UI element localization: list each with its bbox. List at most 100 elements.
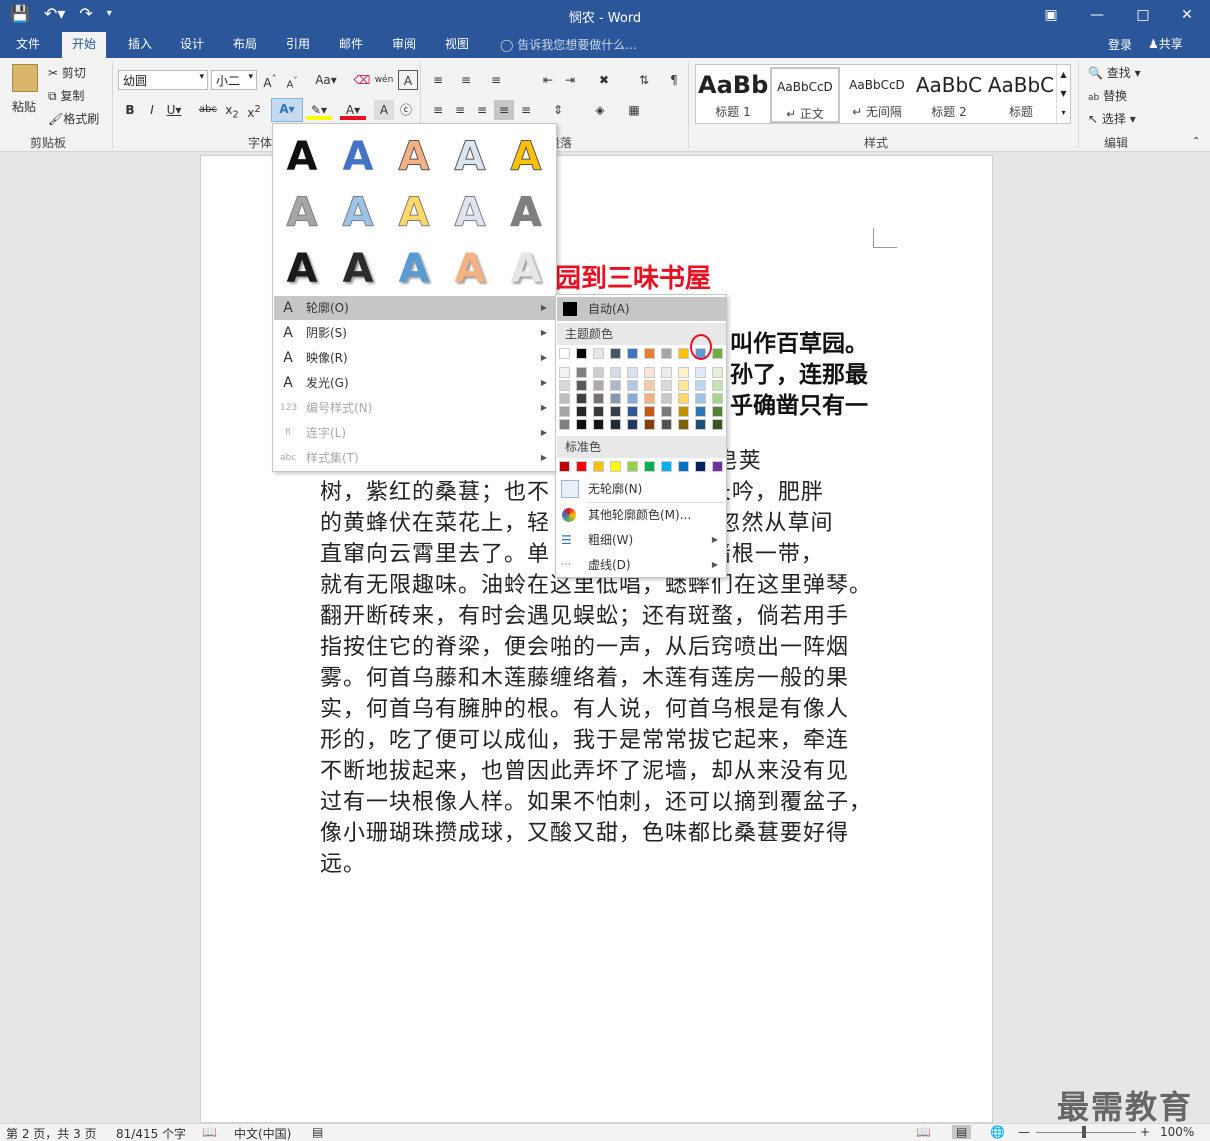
theme-shade-swatch[interactable] (644, 406, 655, 417)
text-effect-swatch[interactable]: A (389, 132, 439, 182)
text-effect-swatch[interactable]: A (277, 132, 327, 182)
theme-shade-swatch[interactable] (576, 367, 587, 378)
text-effect-swatch[interactable]: A (445, 188, 495, 238)
text-effect-swatch[interactable]: A (333, 244, 383, 294)
theme-shade-swatch[interactable] (678, 406, 689, 417)
theme-color-swatch[interactable] (644, 348, 655, 359)
theme-shade-swatch[interactable] (610, 419, 621, 430)
theme-shade-swatch[interactable] (678, 367, 689, 378)
page-indicator[interactable]: 第 2 页，共 3 页 (6, 1125, 97, 1141)
increase-indent-icon[interactable]: ⇥ (560, 70, 580, 90)
no-outline-item[interactable]: 无轮廓(N) (557, 477, 726, 501)
bold-icon[interactable]: B (120, 100, 140, 120)
maximize-button[interactable]: □ (1120, 3, 1166, 27)
superscript-icon[interactable]: x2 (244, 100, 264, 120)
theme-shade-swatch[interactable] (644, 380, 655, 391)
tell-me-box[interactable]: ◯ 告诉我您想要做什么... (500, 36, 637, 53)
styles-scroll[interactable]: ▲ ▼ ▾ (1056, 65, 1070, 123)
theme-shade-swatch[interactable] (610, 380, 621, 391)
text-effect-swatch[interactable]: A (445, 132, 495, 182)
theme-shade-swatch[interactable] (593, 367, 604, 378)
theme-shade-swatch[interactable] (712, 393, 723, 404)
style-normal[interactable]: AaBbCcD ↵ 正文 (770, 67, 840, 123)
weight-item[interactable]: ☰ 粗细(W) ▶ (557, 528, 726, 552)
strikethrough-icon[interactable]: abc (198, 100, 218, 120)
theme-shade-swatch[interactable] (627, 393, 638, 404)
text-effect-swatch[interactable]: A (501, 244, 551, 294)
standard-color-swatch[interactable] (644, 461, 655, 472)
collapse-ribbon-icon[interactable]: ⌃ (1192, 136, 1200, 147)
theme-color-swatch[interactable] (593, 348, 604, 359)
standard-color-swatch[interactable] (678, 461, 689, 472)
word-count[interactable]: 81/415 个字 (116, 1125, 186, 1141)
macro-icon[interactable]: ▤ (312, 1125, 323, 1139)
theme-shade-swatch[interactable] (559, 393, 570, 404)
theme-shade-swatch[interactable] (661, 406, 672, 417)
tab-review[interactable]: 审阅 (382, 32, 426, 58)
text-effect-swatch[interactable]: A (445, 244, 495, 294)
standard-color-swatch[interactable] (627, 461, 638, 472)
tab-insert[interactable]: 插入 (118, 32, 162, 58)
sort-icon[interactable]: ⇅ (634, 70, 654, 90)
theme-color-swatch[interactable] (559, 348, 570, 359)
theme-color-swatch[interactable] (712, 348, 723, 359)
theme-shade-swatch[interactable] (661, 419, 672, 430)
enclose-character-icon[interactable]: ⓒ (396, 100, 416, 120)
text-effects-menu-item[interactable]: A 映像(R) ▶ (274, 346, 555, 370)
theme-shade-swatch[interactable] (610, 406, 621, 417)
decrease-indent-icon[interactable]: ⇤ (538, 70, 558, 90)
auto-color-item[interactable]: 自动(A) (557, 297, 726, 321)
theme-shade-swatch[interactable] (610, 393, 621, 404)
style-heading1[interactable]: AaBb 标题 1 (698, 67, 768, 123)
theme-shade-swatch[interactable] (678, 380, 689, 391)
character-border-icon[interactable]: A (398, 70, 418, 90)
text-effects-menu-item[interactable]: fi 连字(L) ▶ (274, 421, 555, 445)
tab-mailings[interactable]: 邮件 (329, 32, 373, 58)
multilevel-list-icon[interactable]: ≡ (486, 70, 506, 90)
theme-color-swatch[interactable] (576, 348, 587, 359)
theme-color-swatch[interactable] (610, 348, 621, 359)
align-left-icon[interactable]: ≡ (428, 100, 448, 120)
text-effect-swatch[interactable]: A (389, 188, 439, 238)
text-effects-menu-item[interactable]: 123 编号样式(N) ▶ (274, 396, 555, 420)
grow-font-icon[interactable]: A˄ (260, 70, 280, 90)
theme-shade-swatch[interactable] (559, 367, 570, 378)
theme-shade-swatch[interactable] (712, 367, 723, 378)
borders-icon[interactable]: ▦ (624, 100, 644, 120)
underline-icon[interactable]: U▾ (164, 100, 184, 120)
standard-color-swatch[interactable] (661, 461, 672, 472)
theme-shade-swatch[interactable] (576, 380, 587, 391)
theme-shade-swatch[interactable] (695, 419, 706, 430)
dashes-item[interactable]: ⋯ 虚线(D) ▶ (557, 553, 726, 577)
theme-color-swatch[interactable] (661, 348, 672, 359)
style-title[interactable]: AaBbC 标题 (986, 67, 1056, 123)
subscript-icon[interactable]: x2 (222, 100, 242, 120)
font-name-combo[interactable]: 幼圆 ▾ (118, 70, 208, 90)
theme-shade-swatch[interactable] (644, 393, 655, 404)
theme-shade-swatch[interactable] (559, 419, 570, 430)
minimize-button[interactable]: — (1074, 3, 1120, 27)
cut-button[interactable]: ✂ 剪切 (48, 64, 86, 81)
shrink-font-icon[interactable]: A˅ (282, 70, 302, 90)
theme-shade-swatch[interactable] (712, 419, 723, 430)
close-button[interactable]: ✕ (1164, 3, 1210, 27)
standard-color-swatch[interactable] (559, 461, 570, 472)
style-heading2[interactable]: AaBbC 标题 2 (914, 67, 984, 123)
phonetic-guide-icon[interactable]: wén (374, 70, 394, 90)
shading-icon[interactable]: ◈ (590, 100, 610, 120)
theme-shade-swatch[interactable] (627, 419, 638, 430)
theme-shade-swatch[interactable] (576, 406, 587, 417)
theme-shade-swatch[interactable] (576, 393, 587, 404)
proofing-icon[interactable]: 📖 (202, 1125, 217, 1139)
text-effects-menu-item[interactable]: abc 样式集(T) ▶ (274, 446, 555, 470)
theme-shade-swatch[interactable] (576, 419, 587, 430)
format-painter-button[interactable]: 🖌格式刷 (48, 110, 99, 127)
theme-shade-swatch[interactable] (610, 367, 621, 378)
text-effect-swatch[interactable]: A (333, 188, 383, 238)
zoom-slider[interactable] (1036, 1132, 1136, 1133)
clear-formatting-icon[interactable]: ⌫ (352, 70, 372, 90)
theme-shade-swatch[interactable] (593, 380, 604, 391)
ribbon-display-options-icon[interactable]: ▣ (1028, 3, 1074, 27)
text-effects-menu-item[interactable]: A 发光(G) ▶ (274, 371, 555, 395)
theme-shade-swatch[interactable] (559, 380, 570, 391)
